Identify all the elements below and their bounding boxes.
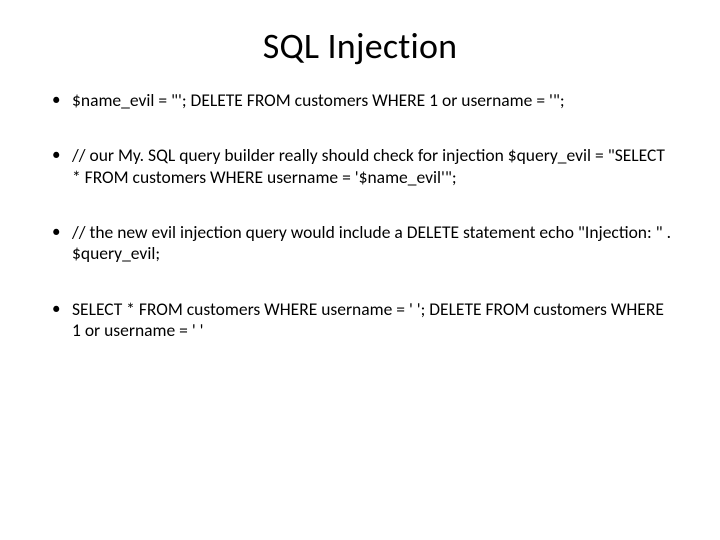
- list-item: SELECT * FROM customers WHERE username =…: [48, 299, 672, 342]
- list-item: // our My. SQL query builder really shou…: [48, 145, 672, 188]
- list-item: $name_evil = "'; DELETE FROM customers W…: [48, 90, 672, 111]
- list-item: // the new evil injection query would in…: [48, 222, 672, 265]
- slide: SQL Injection $name_evil = "'; DELETE FR…: [0, 0, 720, 540]
- slide-title: SQL Injection: [48, 24, 672, 68]
- bullet-list: $name_evil = "'; DELETE FROM customers W…: [48, 90, 672, 341]
